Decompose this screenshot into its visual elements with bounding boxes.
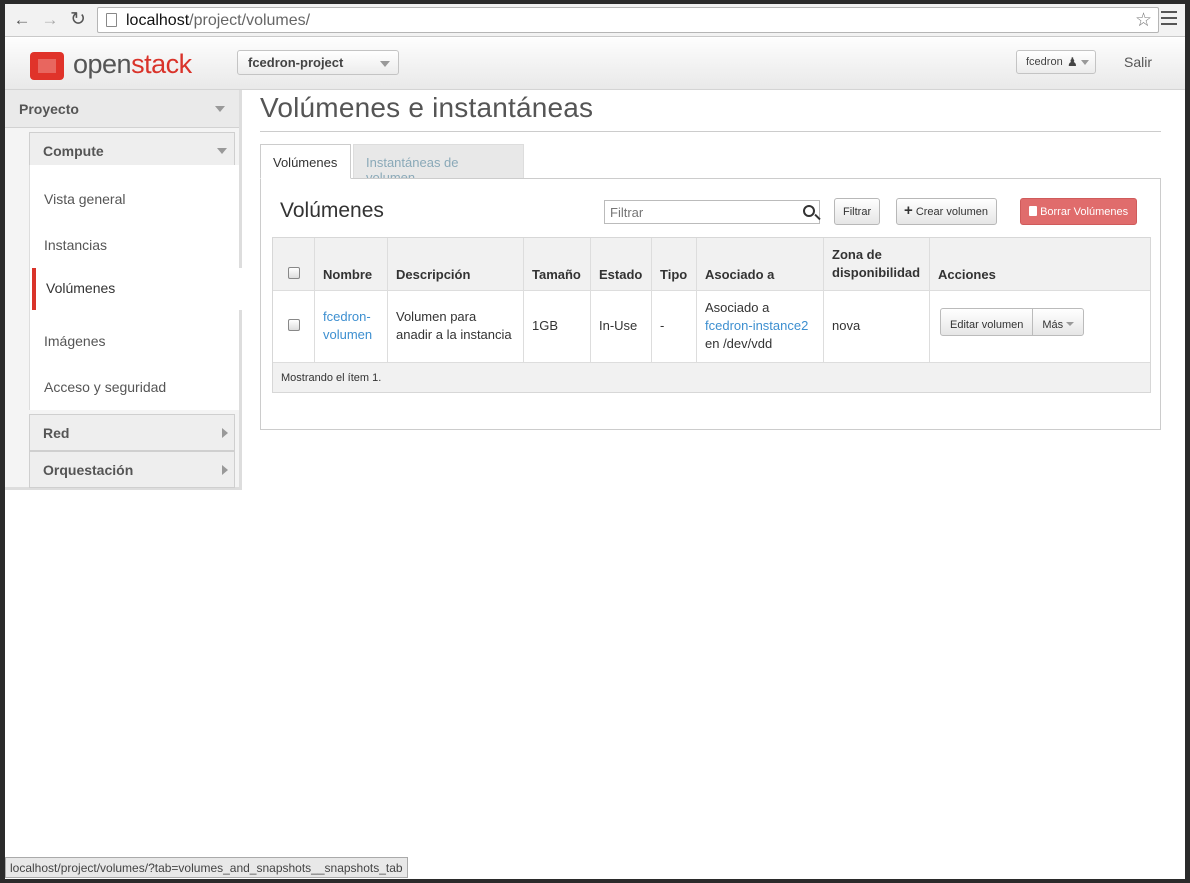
attached-prefix: Asociado a bbox=[705, 300, 770, 315]
sidebar-panel-label: Red bbox=[43, 425, 70, 441]
chevron-down-icon bbox=[1066, 322, 1075, 326]
table-row-select-cell bbox=[273, 291, 315, 362]
cell-size: 1GB bbox=[524, 291, 591, 362]
chevron-right-icon bbox=[222, 465, 228, 475]
browser-status-bar: localhost/project/volumes/?tab=volumes_a… bbox=[5, 857, 408, 878]
row-actions-group: Editar volumen Más bbox=[940, 308, 1085, 336]
create-volume-button[interactable]: + Crear volumen bbox=[896, 198, 997, 225]
cell-actions: Editar volumen Más bbox=[930, 291, 1150, 362]
more-actions-label: Más bbox=[1042, 319, 1064, 331]
address-bar[interactable]: localhost/project/volumes/ ☆ bbox=[97, 7, 1159, 33]
volumes-table: Nombre Descripción Tamaño Estado Tipo As… bbox=[272, 237, 1151, 393]
select-all-checkbox[interactable] bbox=[288, 267, 300, 279]
volume-name-link[interactable]: fcedron-volumen bbox=[323, 309, 372, 342]
cell-type: - bbox=[652, 291, 697, 362]
page-icon bbox=[106, 13, 117, 27]
sidebar-dashboard-proyecto[interactable]: Proyecto bbox=[5, 90, 239, 128]
project-selector[interactable]: fcedron-project bbox=[237, 50, 399, 75]
search-icon[interactable] bbox=[803, 205, 815, 217]
create-volume-label: Crear volumen bbox=[915, 206, 988, 218]
column-header-description[interactable]: Descripción bbox=[388, 238, 524, 291]
user-menu[interactable]: fcedron ♟ bbox=[1016, 50, 1096, 74]
sidebar-dashboard-label: Proyecto bbox=[19, 101, 79, 117]
sidebar: Proyecto Compute Vista general Instancia… bbox=[5, 90, 244, 490]
chevron-down-icon bbox=[380, 61, 390, 67]
panel-title: Volúmenes bbox=[280, 199, 384, 222]
cell-attached: Asociado a fcedron-instance2 en /dev/vdd bbox=[697, 291, 824, 362]
user-menu-label: fcedron bbox=[1026, 56, 1063, 68]
brand-text: openstack bbox=[73, 49, 192, 79]
select-all-cell bbox=[273, 238, 315, 291]
chevron-down-icon bbox=[215, 106, 225, 112]
chevron-down-icon bbox=[217, 148, 227, 154]
table-footer: Mostrando el ítem 1. bbox=[273, 362, 1150, 392]
sidebar-item-images[interactable]: Imágenes bbox=[44, 333, 105, 349]
page-title: Volúmenes e instantáneas bbox=[260, 92, 594, 123]
top-navbar: openstack fcedron-project fcedron ♟ Sali… bbox=[5, 38, 1185, 90]
column-header-actions: Acciones bbox=[930, 238, 1150, 291]
sidebar-item-access-security[interactable]: Acceso y seguridad bbox=[44, 379, 166, 395]
column-header-availability-zone[interactable]: Zona de disponibilidad bbox=[824, 238, 930, 291]
openstack-cube-icon bbox=[30, 52, 64, 80]
forward-icon[interactable]: → bbox=[40, 10, 60, 30]
filter-input[interactable] bbox=[610, 202, 795, 222]
cell-status: In-Use bbox=[591, 291, 652, 362]
attached-device: en /dev/vdd bbox=[705, 336, 773, 351]
browser-toolbar: ← → ↻ localhost/project/volumes/ ☆ bbox=[5, 4, 1185, 37]
sidebar-panel-label: Orquestación bbox=[43, 462, 134, 478]
delete-volumes-label: Borrar Volúmenes bbox=[1040, 206, 1129, 218]
column-header-type[interactable]: Tipo bbox=[652, 238, 697, 291]
volumes-panel: Volúmenes Filtrar + Crear volumen Borrar… bbox=[260, 178, 1161, 430]
sidebar-panel-network[interactable]: Red bbox=[29, 414, 235, 451]
sidebar-item-overview[interactable]: Vista general bbox=[44, 191, 125, 207]
sidebar-item-volumes[interactable]: Volúmenes bbox=[32, 268, 244, 310]
address-text: localhost/project/volumes/ bbox=[126, 12, 311, 29]
tab-volume-snapshots[interactable]: Instantáneas de volumen bbox=[353, 144, 524, 185]
cell-name: fcedron-volumen bbox=[315, 291, 388, 362]
chevron-down-icon bbox=[1081, 60, 1089, 65]
row-checkbox[interactable] bbox=[288, 319, 300, 331]
tab-volumes[interactable]: Volúmenes bbox=[260, 144, 351, 179]
main-content: Volúmenes e instantáneas Volúmenes Insta… bbox=[260, 90, 1165, 440]
cell-zone: nova bbox=[824, 291, 930, 362]
more-actions-button[interactable]: Más bbox=[1032, 309, 1083, 335]
project-selector-label: fcedron-project bbox=[248, 55, 344, 70]
delete-volumes-button[interactable]: Borrar Volúmenes bbox=[1020, 198, 1138, 225]
cell-description: Volumen para anadir a la instancia bbox=[388, 291, 524, 362]
sidebar-panel-orchestration[interactable]: Orquestación bbox=[29, 451, 235, 488]
filter-box bbox=[604, 200, 820, 224]
column-header-name[interactable]: Nombre bbox=[315, 238, 388, 291]
chevron-right-icon bbox=[222, 428, 228, 438]
sidebar-panel-label: Compute bbox=[43, 143, 104, 159]
bookmark-star-icon[interactable]: ☆ bbox=[1135, 9, 1152, 32]
reload-icon[interactable]: ↻ bbox=[68, 10, 88, 30]
column-header-status[interactable]: Estado bbox=[591, 238, 652, 291]
filter-button[interactable]: Filtrar bbox=[834, 198, 881, 225]
sidebar-item-instances[interactable]: Instancias bbox=[44, 237, 107, 253]
column-header-attached[interactable]: Asociado a bbox=[697, 238, 824, 291]
plus-icon: + bbox=[904, 202, 913, 219]
user-icon: ♟ bbox=[1067, 55, 1078, 69]
edit-volume-button[interactable]: Editar volumen bbox=[941, 309, 1032, 335]
trash-icon bbox=[1029, 206, 1037, 216]
title-divider bbox=[260, 131, 1161, 132]
column-header-size[interactable]: Tamaño bbox=[524, 238, 591, 291]
browser-menu-icon[interactable] bbox=[1161, 11, 1177, 29]
logout-link[interactable]: Salir bbox=[1124, 54, 1152, 70]
back-icon[interactable]: ← bbox=[12, 10, 32, 30]
sidebar-panel-compute[interactable]: Compute bbox=[29, 132, 235, 169]
attached-instance-link[interactable]: fcedron-instance2 bbox=[705, 317, 815, 335]
browser-window: ← → ↻ localhost/project/volumes/ ☆ opens… bbox=[5, 4, 1185, 879]
